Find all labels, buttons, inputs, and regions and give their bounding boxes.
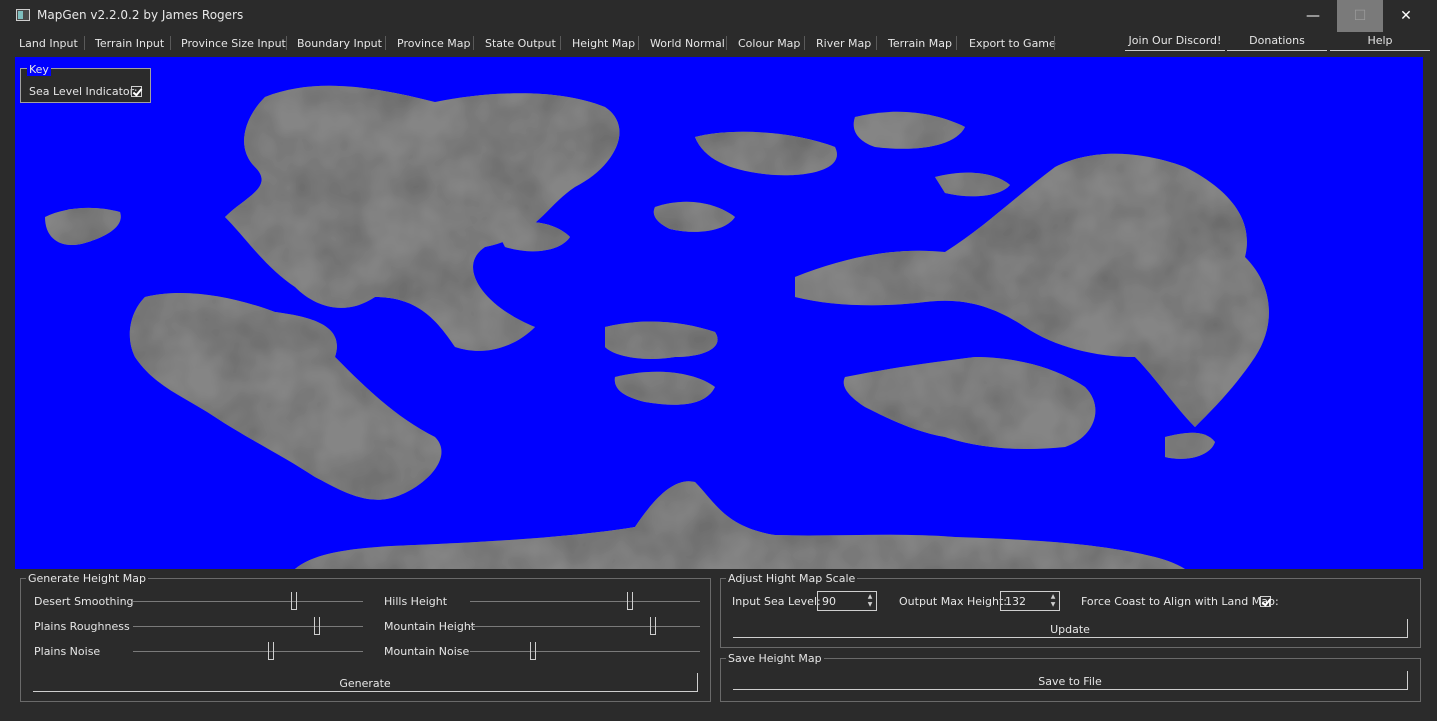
output-max-height-value: 132: [1005, 595, 1026, 608]
adjust-height-map-scale-title: Adjust Hight Map Scale: [726, 572, 858, 585]
tab-separator: [560, 36, 561, 50]
spin-down-icon[interactable]: ▼: [865, 601, 875, 609]
tab-separator: [84, 36, 85, 50]
input-sea-level-spinbox[interactable]: 90 ▲ ▼: [817, 591, 877, 611]
output-max-height-spinbox[interactable]: 132 ▲ ▼: [1000, 591, 1060, 611]
key-title: Key: [27, 63, 51, 76]
update-button[interactable]: Update: [733, 619, 1408, 638]
landmass-group: [45, 85, 1269, 569]
help-button[interactable]: Help: [1330, 32, 1430, 51]
landmass: [295, 481, 1185, 569]
tab-terrain-input[interactable]: Terrain Input: [95, 36, 164, 52]
plains-roughness-label: Plains Roughness: [34, 620, 130, 633]
force-coast-checkbox[interactable]: [1260, 596, 1271, 607]
plains-noise-slider-handle[interactable]: [268, 642, 274, 660]
desert-smoothing-slider[interactable]: [133, 601, 363, 602]
landmass: [935, 172, 1010, 197]
mountain-height-slider[interactable]: [470, 626, 700, 627]
tab-separator: [170, 36, 171, 50]
tab-separator: [286, 36, 287, 50]
plains-roughness-slider-handle[interactable]: [314, 617, 320, 635]
tab-land-input[interactable]: Land Input: [19, 36, 78, 52]
tab-export-to-game[interactable]: Export to Game: [969, 36, 1056, 52]
tab-state-output[interactable]: State Output: [485, 36, 556, 52]
desert-smoothing-slider-handle[interactable]: [291, 592, 297, 610]
landmass: [695, 131, 837, 176]
landmass: [45, 207, 121, 246]
window-title: MapGen v2.2.0.2 by James Rogers: [37, 8, 244, 22]
hills-height-label: Hills Height: [384, 595, 448, 608]
mountain-noise-slider-handle[interactable]: [530, 642, 536, 660]
tab-separator: [473, 36, 474, 50]
force-coast-label: Force Coast to Align with Land Map:: [1081, 595, 1279, 608]
join-discord-button[interactable]: Join Our Discord!: [1125, 32, 1225, 51]
height-map-canvas[interactable]: [15, 57, 1423, 569]
tab-colour-map[interactable]: Colour Map: [738, 36, 800, 52]
spin-up-icon[interactable]: ▲: [865, 593, 875, 601]
tab-world-normal[interactable]: World Normal: [650, 36, 725, 52]
hills-height-slider-handle[interactable]: [627, 592, 633, 610]
tab-separator: [876, 36, 877, 50]
save-height-map-title: Save Height Map: [726, 652, 824, 665]
sea-level-indicator-label: Sea Level Indicator:: [29, 85, 138, 98]
input-sea-level-value: 90: [822, 595, 836, 608]
mountain-height-slider-handle[interactable]: [650, 617, 656, 635]
landmass: [129, 292, 442, 500]
spin-arrows[interactable]: ▲ ▼: [865, 593, 875, 609]
save-to-file-button[interactable]: Save to File: [733, 671, 1408, 690]
landmass: [605, 321, 718, 359]
tab-separator: [956, 36, 957, 50]
tab-separator: [638, 36, 639, 50]
desert-smoothing-label: Desert Smoothing: [34, 595, 134, 608]
tab-separator: [804, 36, 805, 50]
landmass: [653, 201, 735, 232]
plains-roughness-slider[interactable]: [133, 626, 363, 627]
tab-separator: [1054, 36, 1055, 50]
maximize-button[interactable]: ☐: [1337, 0, 1383, 32]
landmass: [495, 221, 570, 252]
output-max-height-label: Output Max Height:: [899, 595, 1008, 608]
tab-height-map[interactable]: Height Map: [572, 36, 635, 52]
landmass: [843, 357, 1096, 449]
plains-noise-label: Plains Noise: [34, 645, 101, 658]
mountain-noise-slider[interactable]: [470, 651, 700, 652]
plains-noise-slider[interactable]: [133, 651, 363, 652]
tab-river-map[interactable]: River Map: [816, 36, 871, 52]
generate-height-map-title: Generate Height Map: [26, 572, 148, 585]
tab-boundary-input[interactable]: Boundary Input: [297, 36, 382, 52]
tab-terrain-map[interactable]: Terrain Map: [888, 36, 952, 52]
tab-province-map[interactable]: Province Map: [397, 36, 471, 52]
tab-separator: [726, 36, 727, 50]
donations-button[interactable]: Donations: [1227, 32, 1327, 51]
input-sea-level-label: Input Sea Level:: [732, 595, 821, 608]
tab-separator: [385, 36, 386, 50]
landmass: [853, 111, 965, 149]
mountain-height-label: Mountain Height: [384, 620, 476, 633]
spin-arrows[interactable]: ▲ ▼: [1048, 593, 1058, 609]
spin-up-icon[interactable]: ▲: [1048, 593, 1058, 601]
close-button[interactable]: ✕: [1383, 0, 1429, 32]
minimize-button[interactable]: —: [1290, 0, 1336, 32]
landmass: [225, 85, 620, 351]
tab-province-size-input[interactable]: Province Size Input: [181, 36, 286, 52]
sea-level-indicator-checkbox[interactable]: [131, 86, 142, 97]
spin-down-icon[interactable]: ▼: [1048, 601, 1058, 609]
landmass: [614, 371, 715, 405]
hills-height-slider[interactable]: [470, 601, 700, 602]
generate-button[interactable]: Generate: [33, 673, 698, 692]
app-icon: [16, 9, 30, 21]
height-map-image: [45, 85, 1269, 569]
landmass: [1165, 432, 1215, 459]
mountain-noise-label: Mountain Noise: [384, 645, 470, 658]
